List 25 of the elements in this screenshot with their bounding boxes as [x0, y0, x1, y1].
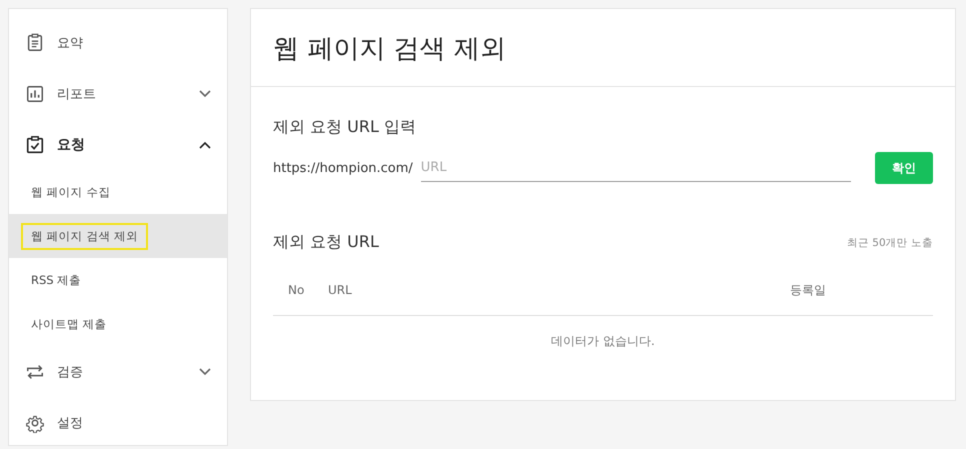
- document-icon: [25, 32, 45, 52]
- column-header: 등록일: [790, 282, 827, 298]
- subitem-label: RSS 제출: [30, 272, 82, 288]
- clipboard-icon: [25, 134, 45, 154]
- nav-item[interactable]: 요청: [9, 119, 227, 170]
- section-heading: 제외 요청 URL 입력: [273, 117, 417, 138]
- nav-item[interactable]: 리포트: [9, 68, 227, 119]
- nav-subitem[interactable]: 웹 페이지 수집: [9, 170, 227, 214]
- empty-message: 데이터가 없습니다.: [551, 334, 655, 348]
- nav-subitem[interactable]: RSS 제출: [9, 258, 227, 302]
- section-heading: 제외 요청 URL: [273, 232, 379, 253]
- url-prefix: https://hompion.com/: [273, 160, 413, 176]
- nav-subitem[interactable]: 웹 페이지 검색 제외: [9, 214, 227, 258]
- list-note: 최근 50개만 노출: [846, 236, 933, 250]
- column-header: URL: [328, 283, 353, 297]
- page-title: 웹 페이지 검색 제외: [251, 9, 955, 87]
- nav-subitem[interactable]: 사이트맵 제출: [9, 302, 227, 346]
- nav-item[interactable]: 검증: [9, 346, 227, 397]
- chart-icon: [25, 84, 45, 104]
- nav-item[interactable]: 요약: [9, 17, 227, 68]
- subitem-label: 웹 페이지 검색 제외: [21, 222, 148, 250]
- subitem-label: 웹 페이지 수집: [30, 184, 112, 200]
- nav-item[interactable]: 설정: [9, 397, 227, 448]
- column-header: No: [287, 283, 306, 297]
- subitem-label: 사이트맵 제출: [30, 316, 108, 332]
